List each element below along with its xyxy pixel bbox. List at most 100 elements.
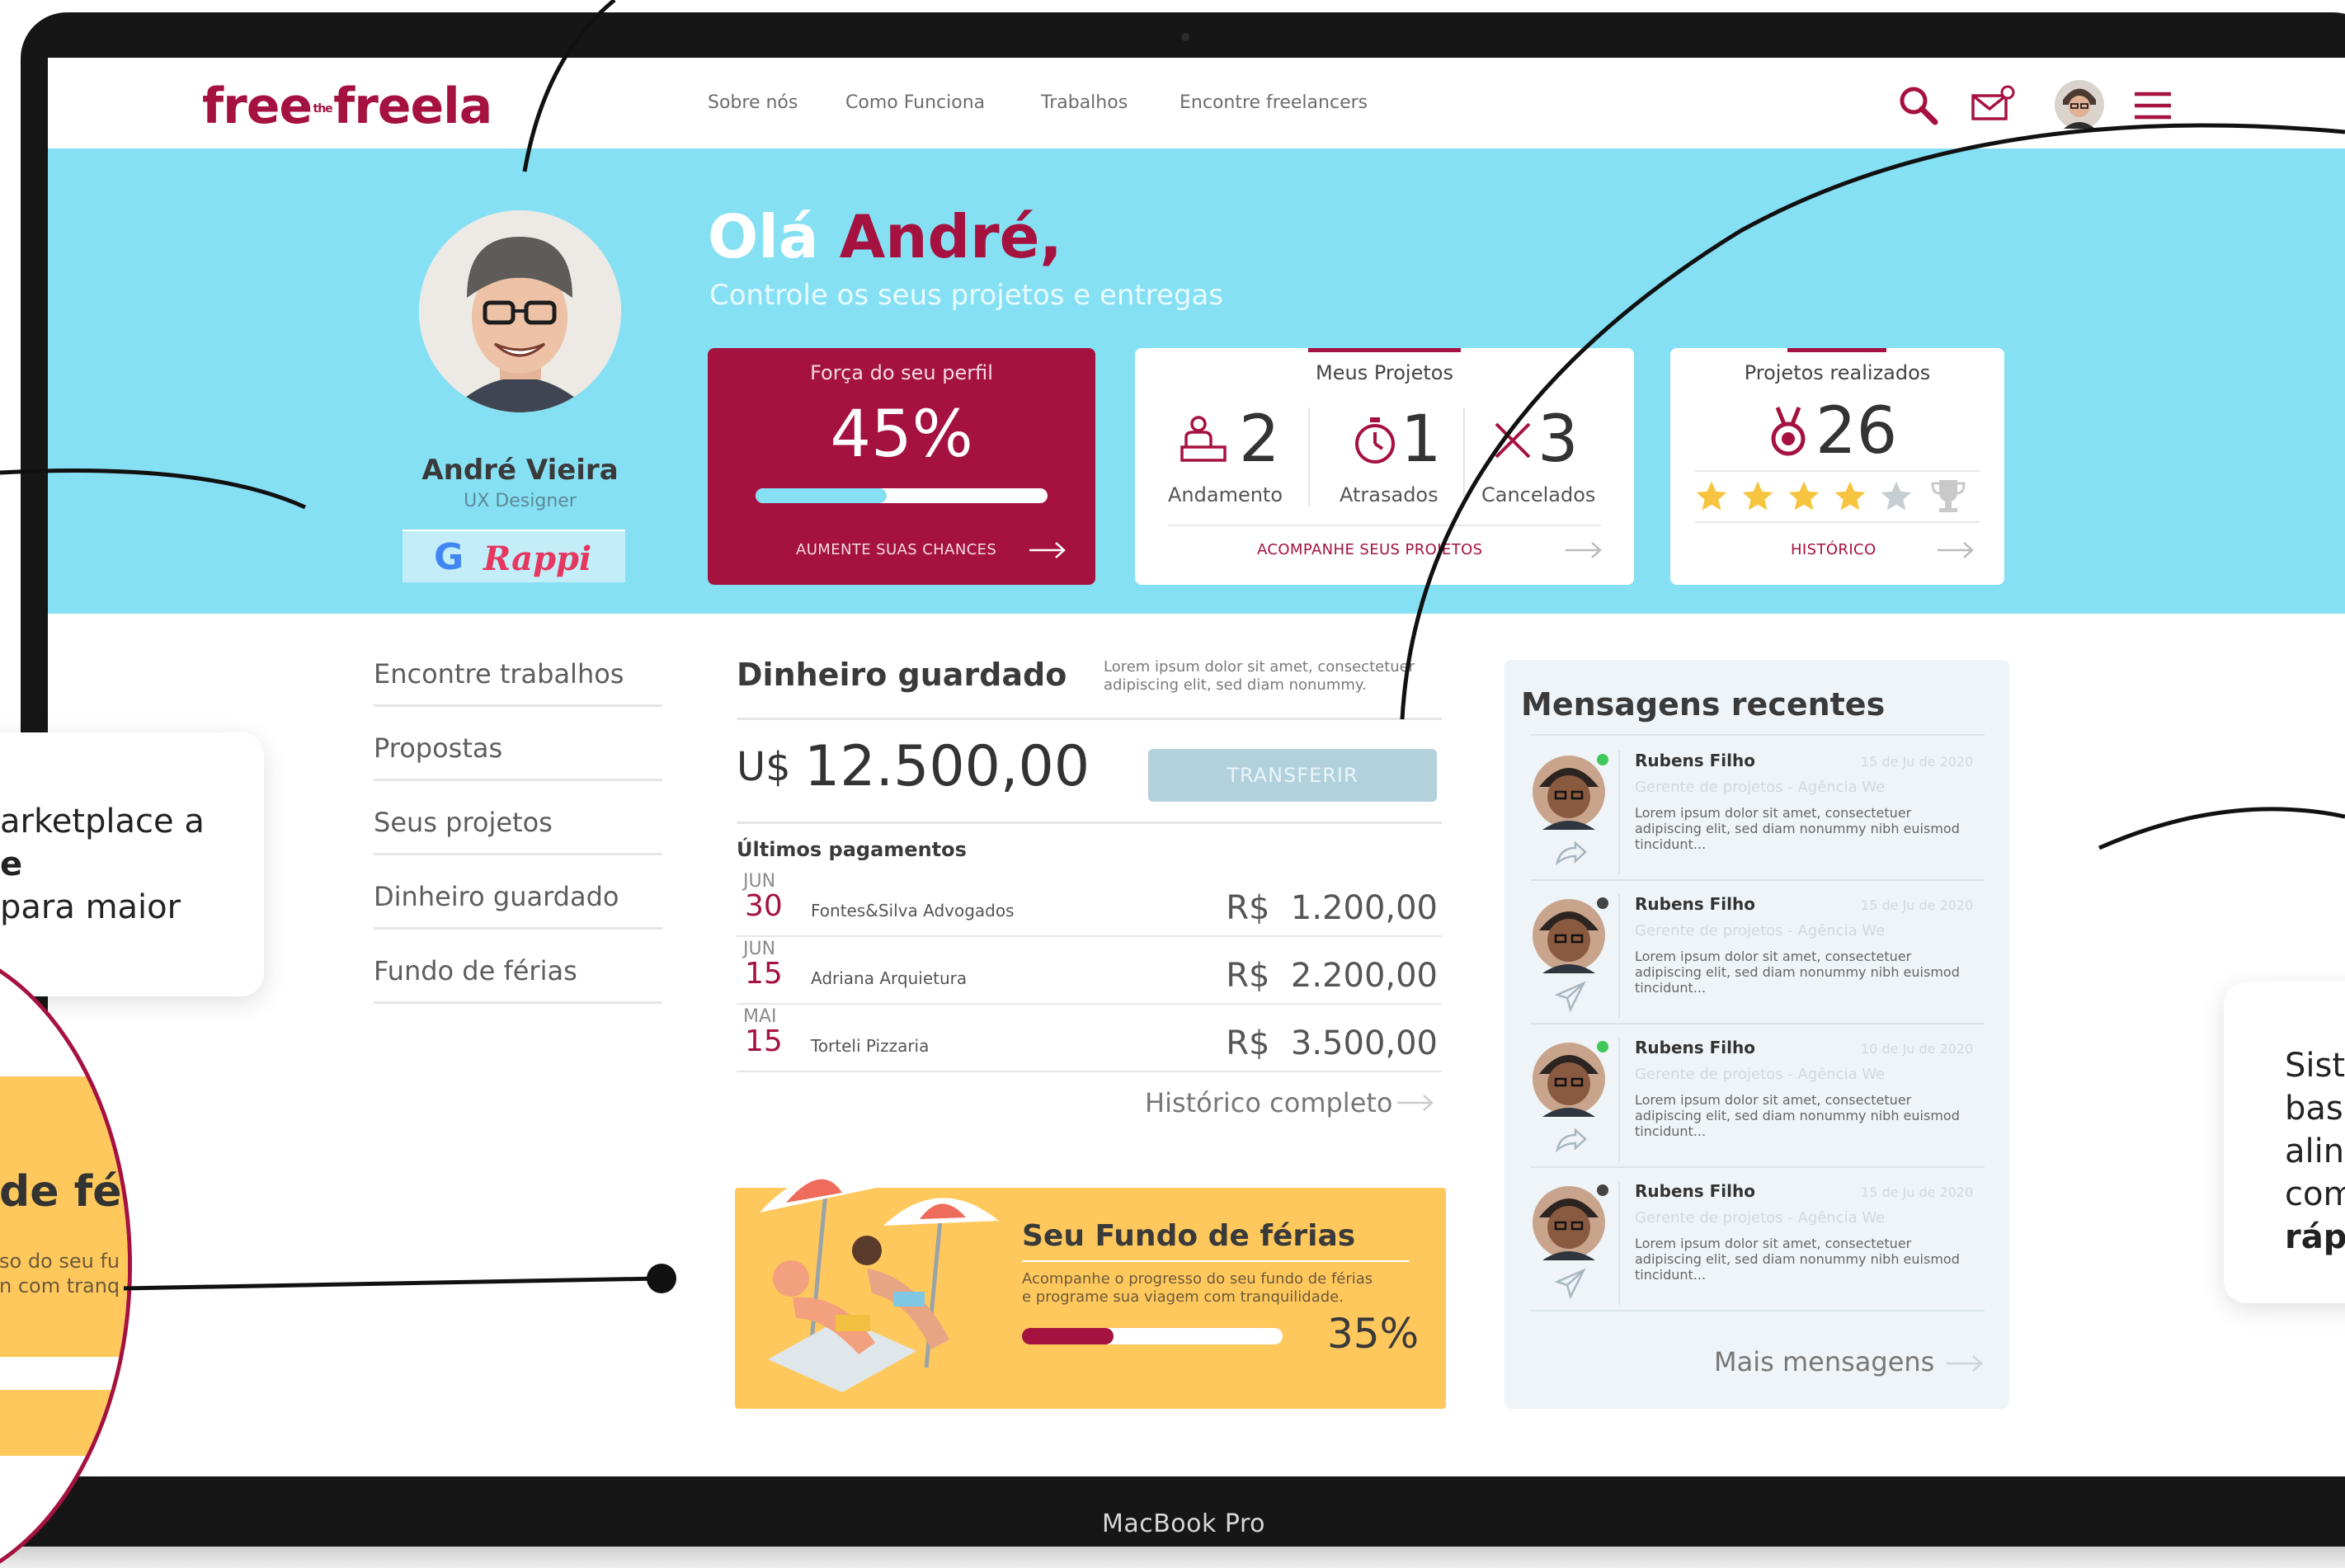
- reply-icon[interactable]: [1554, 1128, 1587, 1155]
- nav-trabalhos[interactable]: Trabalhos: [1041, 92, 1128, 113]
- message-role: Gerente de projetos - Agência We: [1635, 1209, 1886, 1227]
- message-sender: Rubens Filho: [1635, 894, 1755, 914]
- completed-projects-card: Projetos realizados 26 HISTÓRICO: [1670, 348, 2004, 585]
- payment-value: R$ 3.500,00: [1226, 1024, 1438, 1062]
- message-role: Gerente de projetos - Agência We: [1635, 1066, 1886, 1083]
- payment-payer: Adriana Arquietura: [811, 968, 968, 988]
- person-desk-icon: [1180, 416, 1227, 462]
- savings-note: Lorem ipsum dolor sit amet, consectetuer…: [1104, 658, 1415, 694]
- star-icon: [1881, 481, 1912, 511]
- search-icon[interactable]: [1895, 82, 1942, 129]
- right-callout-line3: alin: [2285, 1132, 2345, 1170]
- nav-encontre-freelancers[interactable]: Encontre freelancers: [1180, 92, 1368, 113]
- sidebar-item-savings[interactable]: Dinheiro guardado: [374, 881, 662, 930]
- payment-payer: Torteli Pizzaria: [811, 1036, 930, 1056]
- projects-title: Meus Projetos: [1316, 361, 1453, 384]
- strength-value: 45%: [830, 398, 973, 472]
- presence-dot: [1597, 754, 1608, 765]
- payment-day: 30: [745, 889, 783, 923]
- message-preview: Lorem ipsum dolor sit amet, consectetuer…: [1635, 805, 1960, 852]
- vacation-title: Seu Fundo de férias: [1022, 1219, 1356, 1253]
- message-item[interactable]: Rubens Filho 10 de Ju de 2020 Gerente de p…: [1531, 1026, 1985, 1168]
- full-history-link[interactable]: Histórico completo: [1145, 1087, 1393, 1118]
- projects-link[interactable]: ACOMPANHE SEUS PROJETOS: [1257, 541, 1483, 558]
- right-callout-line4: com: [2285, 1175, 2345, 1213]
- sidebar-item-proposals[interactable]: Propostas: [374, 732, 662, 781]
- payment-day: 15: [745, 1024, 783, 1058]
- projects-in-progress-label: Andamento: [1168, 483, 1283, 506]
- user-avatar[interactable]: [2054, 79, 2105, 130]
- camera: [1181, 33, 1189, 41]
- strength-progress-fill: [756, 488, 888, 503]
- done-value: 26: [1815, 394, 1898, 469]
- presentation-stage: freethefreela Sobre nós Como Funciona Tr…: [0, 0, 2345, 1568]
- sender-avatar: [1533, 899, 1605, 973]
- laptop-base: [0, 1547, 2345, 1568]
- send-icon[interactable]: [1554, 980, 1587, 1013]
- message-sender: Rubens Filho: [1635, 751, 1755, 770]
- menu-icon[interactable]: [2130, 82, 2176, 129]
- left-callout-line1: arketplace a: [0, 803, 205, 841]
- nav-sobre-nos[interactable]: Sobre nós: [708, 92, 798, 113]
- sidebar-item-projects[interactable]: Seus projetos: [374, 807, 662, 855]
- message-role: Gerente de projetos - Agência We: [1635, 779, 1886, 796]
- reply-icon[interactable]: [1554, 841, 1587, 868]
- projects-cancelled-value: 3: [1537, 403, 1579, 477]
- message-date: 10 de Ju de 2020: [1861, 1041, 1974, 1057]
- arrow-right-icon[interactable]: [1396, 1090, 1435, 1115]
- savings-currency: U$: [737, 744, 791, 790]
- vacation-progress-fill: [1022, 1328, 1114, 1344]
- message-item[interactable]: Rubens Filho 15 de Ju de 2020 Gerente de p…: [1531, 739, 1985, 881]
- message-item[interactable]: Rubens Filho 15 de Ju de 2020 Gerente de p…: [1531, 883, 1985, 1024]
- payment-payer: Fontes&Silva Advogados: [811, 901, 1015, 921]
- sidebar-item-vacation-fund[interactable]: Fundo de férias: [374, 955, 662, 1004]
- arrow-right-icon[interactable]: [1945, 1351, 1985, 1376]
- sidebar-item-find-jobs[interactable]: Encontre trabalhos: [374, 658, 662, 707]
- projects-late-value: 1: [1401, 403, 1442, 477]
- right-callout-line5: ráp: [2285, 1218, 2345, 1256]
- device-label: MacBook Pro: [1101, 1509, 1266, 1538]
- right-callout: Sist bas alin com ráp: [2224, 982, 2345, 1303]
- transfer-button[interactable]: TRANSFERIR: [1148, 749, 1437, 802]
- rappi-logo: Rappi: [483, 539, 592, 578]
- right-callout-line2: bas: [2285, 1090, 2343, 1128]
- sender-avatar: [1533, 1186, 1605, 1260]
- message-preview: Lorem ipsum dolor sit amet, consectetuer…: [1635, 949, 1960, 996]
- savings-title: Dinheiro guardado: [737, 657, 1067, 693]
- rating-stars: [1693, 478, 1924, 515]
- logo[interactable]: freethefreela: [202, 78, 492, 135]
- close-icon: [1495, 422, 1531, 459]
- message-date: 15 de Ju de 2020: [1861, 897, 1974, 913]
- payment-row: JUN 15 Adriana Arquietura R$ 2.200,00: [737, 939, 1442, 1005]
- nav-como-funciona[interactable]: Como Funciona: [845, 92, 985, 113]
- message-preview: Lorem ipsum dolor sit amet, consectetuer…: [1635, 1236, 1960, 1283]
- send-icon[interactable]: [1554, 1267, 1587, 1300]
- client-badges: G Rappi: [403, 530, 625, 582]
- message-sender: Rubens Filho: [1635, 1038, 1755, 1057]
- payment-day: 15: [745, 957, 783, 991]
- vacation-text: Acompanhe o progresso do seu fundo de fé…: [1022, 1270, 1373, 1306]
- arrow-right-icon[interactable]: [1564, 539, 1603, 561]
- strength-link[interactable]: AUMENTE SUAS CHANCES: [796, 541, 996, 558]
- more-messages-link[interactable]: Mais mensagens: [1714, 1346, 1934, 1377]
- arrow-right-icon[interactable]: [1028, 539, 1067, 561]
- strength-progress-track: [756, 488, 1048, 503]
- payment-row: MAI 15 Torteli Pizzaria R$ 3.500,00: [737, 1006, 1442, 1072]
- arrow-right-icon[interactable]: [1936, 539, 1975, 561]
- star-icon: [1788, 481, 1820, 511]
- profile-role: UX Designer: [464, 491, 577, 511]
- history-link[interactable]: HISTÓRICO: [1791, 541, 1876, 558]
- left-callout: arketplace a e para maior: [0, 732, 264, 996]
- star-icon: [1834, 481, 1866, 511]
- greeting: Olá André,: [708, 202, 1062, 271]
- message-date: 15 de Ju de 2020: [1861, 754, 1974, 770]
- message-item[interactable]: Rubens Filho 15 de Ju de 2020 Gerente de p…: [1531, 1170, 1985, 1311]
- profile-name: André Vieira: [421, 454, 619, 487]
- medal-icon: [1771, 407, 1806, 456]
- mail-icon[interactable]: [1970, 82, 2016, 129]
- hero-subtitle: Controle os seus projetos e entregas: [709, 279, 1224, 312]
- payments-title: Últimos pagamentos: [737, 838, 967, 861]
- left-callout-line3: para maior: [0, 888, 181, 926]
- vacation-fund-card: Seu Fundo de férias Acompanhe o progress…: [735, 1170, 1446, 1409]
- profile-photo: [419, 210, 621, 412]
